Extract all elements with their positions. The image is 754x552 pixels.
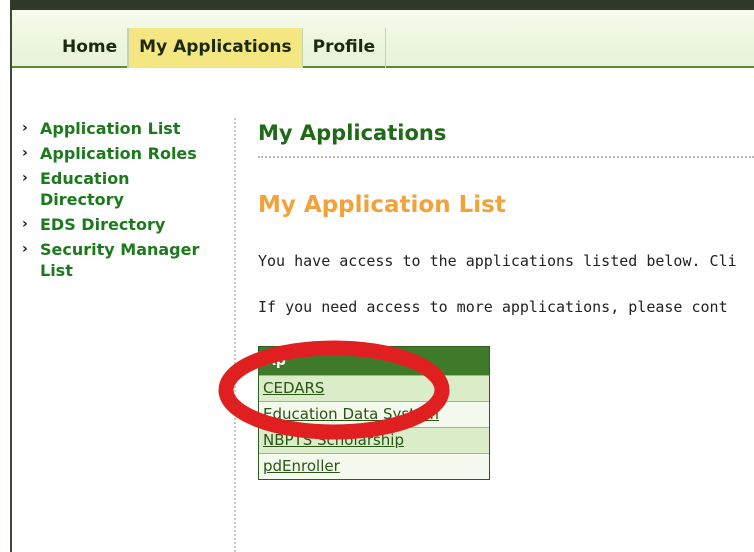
chevron-right-icon: › [22,120,28,136]
tab-my-applications[interactable]: My Applications [128,28,303,68]
access-info-text: You have access to the applications list… [258,252,737,270]
section-title: My Application List [258,192,506,218]
sidebar-item-label: Application List [40,119,181,138]
app-link-education-data-system[interactable]: Education Data System [259,401,489,427]
sidebar-item-label: EDS Directory [40,215,166,234]
tab-home[interactable]: Home [48,28,129,68]
chevron-right-icon: › [22,170,28,186]
app-link-pdenroller[interactable]: pdEnroller [259,453,489,479]
table-header: Ap [259,347,489,375]
window-frame-top [0,0,754,10]
sidebar-item-label: Education Directory [40,169,130,209]
top-nav-bar: Home My Applications Profile [12,10,754,68]
sidebar-divider [234,118,236,552]
sidebar-item-application-list[interactable]: › Application List [22,118,222,139]
sidebar: › Application List › Application Roles ›… [22,118,222,285]
chevron-right-icon: › [22,216,28,232]
window-border-left [10,10,12,552]
window-frame-left [0,0,10,552]
app-link-cedars[interactable]: CEDARS [259,375,489,401]
application-table: Ap CEDARS Education Data System NBPTS Sc… [258,346,490,480]
chevron-right-icon: › [22,145,28,161]
app-link-nbpts-scholarship[interactable]: NBPTS Scholarship [259,427,489,453]
page-title: My Applications [258,121,447,145]
tab-profile[interactable]: Profile [303,28,387,68]
title-divider [258,156,754,158]
sidebar-item-education-directory[interactable]: › Education Directory [22,168,150,210]
sidebar-item-security-manager-list[interactable]: › Security Manager List [22,239,210,281]
request-access-text: If you need access to more applications,… [258,298,728,316]
sidebar-item-label: Security Manager List [40,240,200,280]
sidebar-item-eds-directory[interactable]: › EDS Directory [22,214,222,235]
sidebar-item-application-roles[interactable]: › Application Roles [22,143,222,164]
nav-tabs: Home My Applications Profile [48,28,387,68]
main-content: My Applications My Application List You … [258,118,754,316]
sidebar-item-label: Application Roles [40,144,197,163]
chevron-right-icon: › [22,241,28,257]
